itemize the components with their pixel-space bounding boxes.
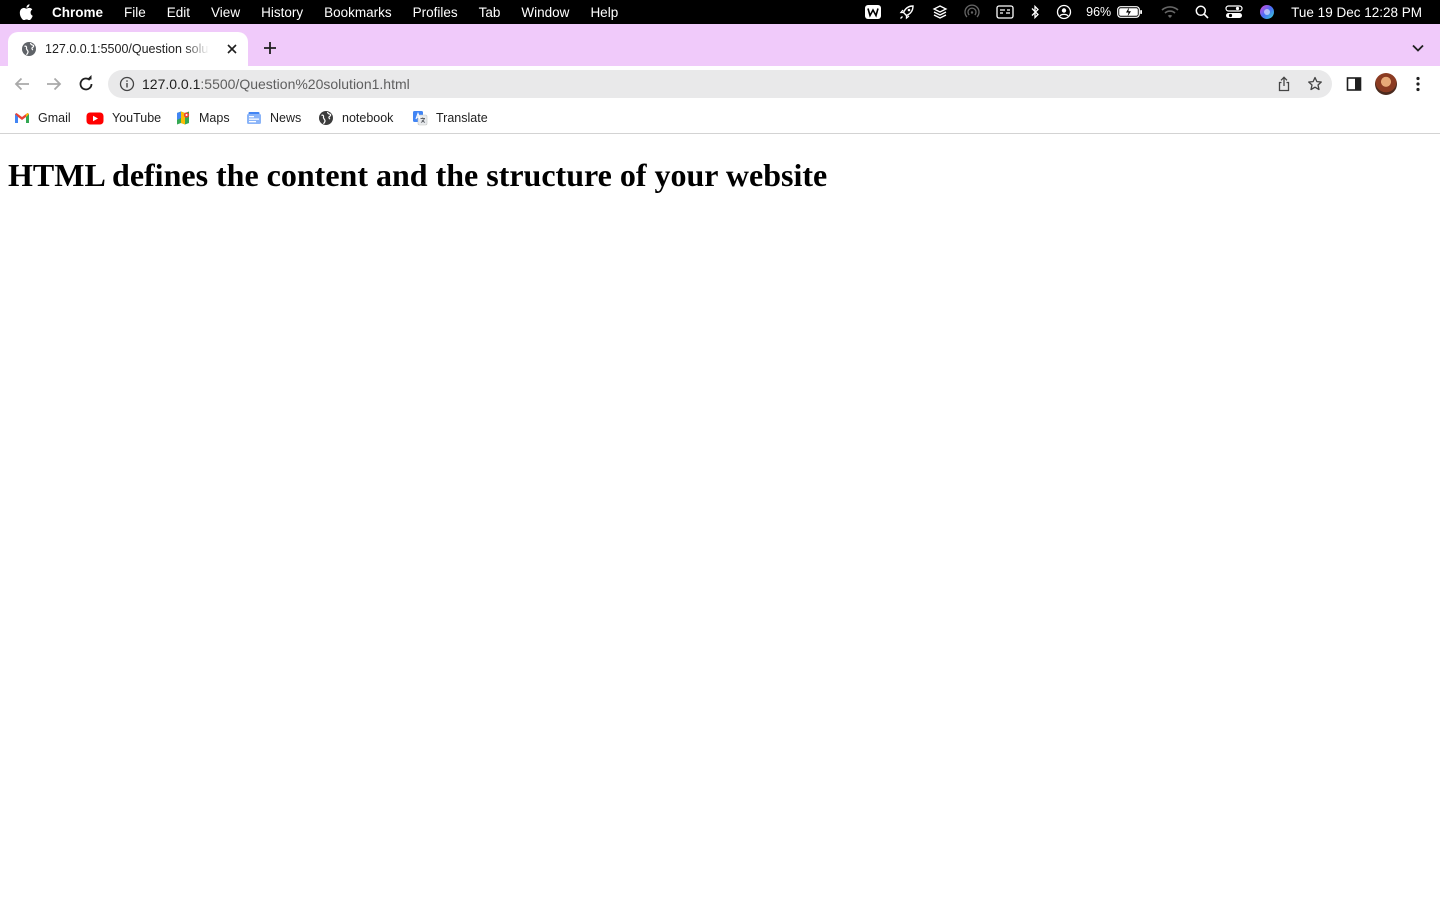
control-center-icon[interactable]: [1225, 0, 1243, 24]
siri-icon[interactable]: [1259, 0, 1275, 24]
search-icon[interactable]: [1195, 0, 1209, 24]
site-info-icon[interactable]: [119, 76, 135, 92]
menu-window[interactable]: Window: [521, 5, 569, 20]
caption-icon[interactable]: [996, 0, 1014, 24]
page-heading: HTML defines the content and the structu…: [8, 157, 828, 193]
reload-button[interactable]: [76, 74, 96, 94]
bookmark-label: Maps: [199, 111, 230, 125]
battery-icon[interactable]: [1117, 0, 1143, 24]
translate-icon: [412, 110, 428, 126]
bookmark-label: Translate: [436, 111, 488, 125]
more-menu-icon[interactable]: [1410, 74, 1426, 94]
menu-tab[interactable]: Tab: [479, 5, 501, 20]
menu-help[interactable]: Help: [590, 5, 618, 20]
apple-logo-icon[interactable]: [19, 4, 33, 20]
bookmark-youtube[interactable]: YouTube: [86, 109, 161, 127]
airdrop-icon[interactable]: [964, 0, 980, 24]
tab-search-chevron-icon[interactable]: [1410, 40, 1426, 56]
macos-menu-bar: Chrome File Edit View History Bookmarks …: [0, 0, 1440, 24]
globe-icon: [318, 110, 334, 126]
bookmarks-bar: Gmail YouTube Maps News notebook Transla…: [0, 102, 1440, 134]
page-viewport: HTML defines the content and the structu…: [0, 135, 1440, 900]
bookmark-star-icon[interactable]: [1307, 76, 1323, 92]
menu-chrome[interactable]: Chrome: [52, 5, 103, 20]
url-host: 127.0.0.1: [142, 76, 201, 92]
word-icon[interactable]: [864, 0, 882, 24]
tab-active[interactable]: 127.0.0.1:5500/Question solution1.html: [8, 32, 248, 66]
browser-toolbar: 127.0.0.1:5500/Question%20solution1.html: [0, 66, 1440, 102]
bookmark-translate[interactable]: Translate: [412, 109, 488, 127]
profile-avatar[interactable]: [1375, 73, 1397, 95]
back-button[interactable]: [12, 74, 32, 94]
new-tab-button[interactable]: [260, 38, 280, 58]
bookmark-notebook[interactable]: notebook: [318, 109, 393, 127]
address-url[interactable]: 127.0.0.1:5500/Question%20solution1.html: [142, 76, 410, 92]
menu-edit[interactable]: Edit: [167, 5, 190, 20]
layers-icon[interactable]: [932, 0, 948, 24]
share-icon[interactable]: [1276, 76, 1292, 92]
menu-view[interactable]: View: [211, 5, 240, 20]
user-circle-icon[interactable]: [1056, 0, 1072, 24]
menu-file[interactable]: File: [124, 5, 146, 20]
maps-icon: [175, 110, 191, 126]
menu-profiles[interactable]: Profiles: [413, 5, 458, 20]
gmail-icon: [14, 110, 30, 126]
news-icon: [246, 110, 262, 126]
bookmark-label: Gmail: [38, 111, 71, 125]
wifi-icon[interactable]: [1161, 0, 1179, 24]
bookmark-label: notebook: [342, 111, 394, 125]
menu-bookmarks[interactable]: Bookmarks: [324, 5, 392, 20]
url-path: :5500/Question%20solution1.html: [200, 76, 410, 92]
battery-percentage: 96%: [1086, 5, 1112, 19]
menu-history[interactable]: History: [261, 5, 303, 20]
address-bar[interactable]: 127.0.0.1:5500/Question%20solution1.html: [108, 70, 1332, 98]
bookmark-label: News: [270, 111, 302, 125]
tab-strip: 127.0.0.1:5500/Question solution1.html: [0, 24, 1440, 66]
close-tab-icon[interactable]: [224, 41, 240, 57]
side-panel-icon[interactable]: [1345, 75, 1363, 93]
globe-icon: [21, 41, 37, 57]
menu-bar-clock[interactable]: Tue 19 Dec 12:28 PM: [1291, 5, 1422, 20]
bookmark-gmail[interactable]: Gmail: [14, 109, 71, 127]
tab-title: 127.0.0.1:5500/Question solution1.html: [45, 42, 209, 56]
youtube-icon: [86, 110, 104, 126]
forward-button[interactable]: [44, 74, 64, 94]
bookmark-maps[interactable]: Maps: [175, 109, 230, 127]
bluetooth-icon[interactable]: [1030, 0, 1040, 24]
rocket-icon[interactable]: [898, 0, 916, 24]
bookmark-news[interactable]: News: [246, 109, 301, 127]
menu-bar-status-area: 96% Tue 19 Dec 12:28 PM: [848, 0, 1422, 24]
bookmark-label: YouTube: [112, 111, 162, 125]
